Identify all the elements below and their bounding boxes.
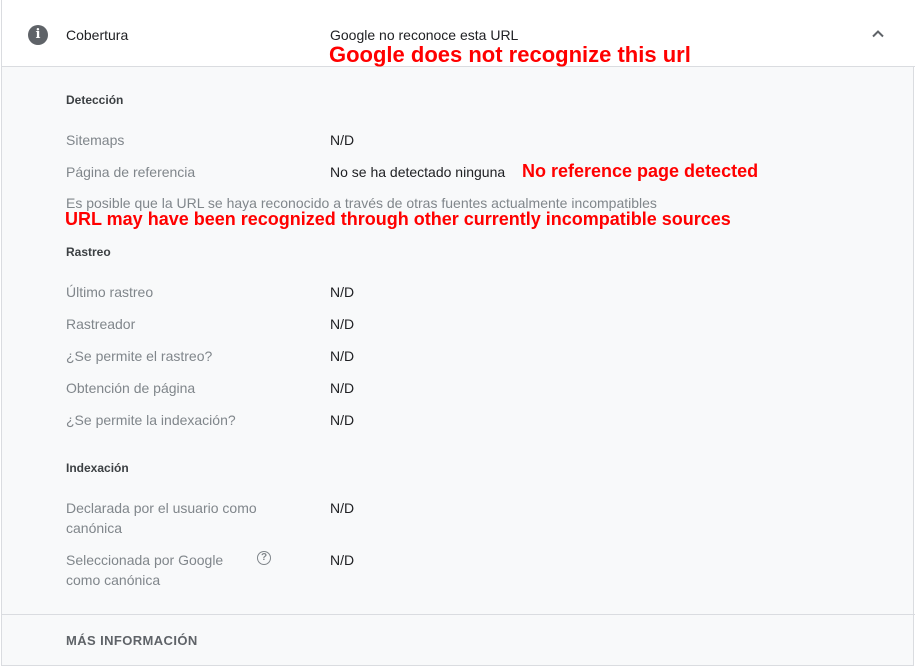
row-label-user-canonical: Declarada por el usuario como canónica — [66, 500, 257, 536]
row-value-user-canonical: N/D — [330, 500, 355, 516]
coverage-panel: i Cobertura Google no reconoce esta URL … — [1, 0, 915, 666]
row-label-page-fetch: Obtención de página — [66, 380, 196, 396]
section-title-indexing: Indexación — [66, 461, 129, 475]
row-label-referring-page: Página de referencia — [66, 164, 196, 180]
chevron-up-icon — [872, 30, 884, 38]
row-value-crawler: N/D — [330, 316, 355, 332]
annotation-status-translation: Google does not recognize this url — [329, 42, 691, 67]
row-label-indexing-allowed: ¿Se permite la indexación? — [66, 412, 236, 428]
annotation-referring-translation: No reference page detected — [522, 161, 759, 181]
row-label-crawler: Rastreador — [66, 316, 136, 332]
section-title-crawl: Rastreo — [66, 245, 111, 259]
row-value-google-canonical: N/D — [330, 552, 355, 568]
row-value-sitemaps: N/D — [330, 132, 355, 148]
row-label-google-canonical: Seleccionada por Google como canónica — [66, 552, 224, 588]
info-icon: i — [28, 25, 48, 45]
row-value-referring-page: No se ha detectado ninguna — [330, 164, 506, 180]
row-value-indexing-allowed: N/D — [330, 412, 355, 428]
help-circle-icon[interactable]: ? — [257, 551, 271, 565]
collapse-button[interactable] — [866, 22, 890, 46]
coverage-status: Google no reconoce esta URL — [330, 27, 519, 43]
coverage-title: Cobertura — [66, 27, 129, 43]
row-value-crawl-allowed: N/D — [330, 348, 355, 364]
row-label-sitemaps: Sitemaps — [66, 132, 125, 148]
panel-footer: MÁS INFORMACIÓN — [2, 614, 915, 666]
row-value-last-crawl: N/D — [330, 284, 355, 300]
row-label-last-crawl: Último rastreo — [66, 284, 154, 300]
row-value-page-fetch: N/D — [330, 380, 355, 396]
learn-more-link[interactable]: MÁS INFORMACIÓN — [66, 633, 198, 648]
row-label-crawl-allowed: ¿Se permite el rastreo? — [66, 348, 213, 364]
annotation-note-translation: URL may have been recognized through oth… — [65, 209, 731, 229]
section-title-discovery: Detección — [66, 93, 124, 107]
